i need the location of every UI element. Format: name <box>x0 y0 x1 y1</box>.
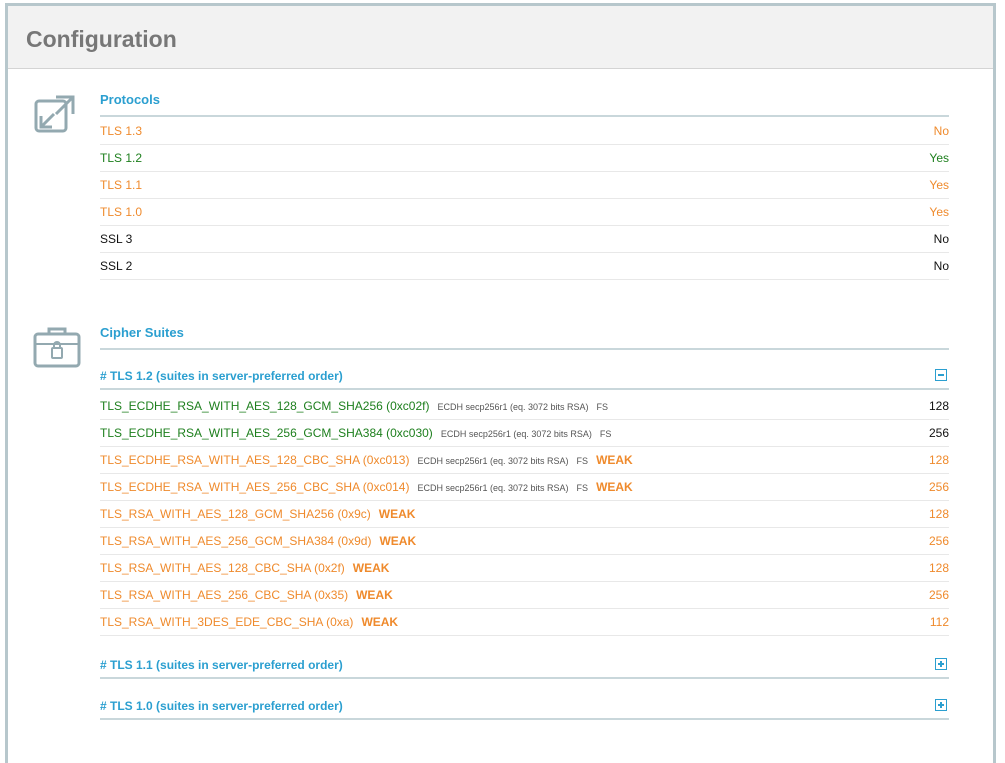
cipher-bits: 128 <box>928 507 949 521</box>
protocol-name: TLS 1.2 <box>100 151 143 165</box>
protocol-name: TLS 1.1 <box>100 178 143 192</box>
configuration-panel: Configuration Protocols TLS 1.3 No TLS 1.2… <box>5 3 996 763</box>
cipher-suite-name: TLS_RSA_WITH_3DES_EDE_CBC_SHA (0xa) <box>100 615 354 629</box>
cipher-suite-info: TLS_ECDHE_RSA_WITH_AES_128_CBC_SHA (0xc0… <box>100 446 633 475</box>
protocol-row: TLS 1.2 Yes <box>100 145 949 172</box>
forward-secrecy-label: FS <box>576 483 589 493</box>
cipher-suite-row: TLS_RSA_WITH_3DES_EDE_CBC_SHA (0xa) WEAK 1… <box>100 608 949 636</box>
protocol-row: TLS 1.3 No <box>100 118 949 145</box>
cipher-suite-row: TLS_ECDHE_RSA_WITH_AES_128_GCM_SHA256 (0… <box>100 392 949 420</box>
page-title: Configuration <box>26 26 177 52</box>
plus-icon[interactable] <box>935 699 947 711</box>
cipher-suite-info: TLS_ECDHE_RSA_WITH_AES_128_GCM_SHA256 (0… <box>100 392 608 421</box>
cipher-suite-row: TLS_RSA_WITH_AES_128_GCM_SHA256 (0x9c) WE… <box>100 500 949 528</box>
group-label: # TLS 1.2 (suites in server-preferred or… <box>100 369 343 383</box>
protocol-support: No <box>933 232 949 246</box>
cipher-suite-name: TLS_ECDHE_RSA_WITH_AES_256_GCM_SHA384 (0… <box>100 426 433 440</box>
weak-badge: WEAK <box>356 588 393 602</box>
panel-header: Configuration <box>8 6 993 69</box>
cipher-suite-info: TLS_RSA_WITH_AES_128_CBC_SHA (0x2f) WEAK <box>100 554 389 582</box>
cipher-suite-name: TLS_RSA_WITH_AES_256_GCM_SHA384 (0x9d) <box>100 534 372 548</box>
protocol-name: SSL 3 <box>100 232 133 246</box>
key-exchange-info: ECDH secp256r1 (eq. 3072 bits RSA) <box>437 402 589 412</box>
protocol-support: Yes <box>929 178 949 192</box>
cipher-suite-info: TLS_ECDHE_RSA_WITH_AES_256_GCM_SHA384 (0… <box>100 419 611 448</box>
weak-badge: WEAK <box>361 615 399 629</box>
cipher-suite-name: TLS_RSA_WITH_AES_128_GCM_SHA256 (0x9c) <box>100 507 371 521</box>
weak-badge: WEAK <box>596 453 633 467</box>
protocols-title: Protocols <box>100 92 949 117</box>
cipher-suite-info: TLS_RSA_WITH_3DES_EDE_CBC_SHA (0xa) WEAK <box>100 608 398 636</box>
protocol-support: No <box>933 124 949 138</box>
cipher-suite-row: TLS_ECDHE_RSA_WITH_AES_256_CBC_SHA (0xc0… <box>100 473 949 501</box>
protocol-row: TLS 1.0 Yes <box>100 199 949 226</box>
cipher-suite-row: TLS_RSA_WITH_AES_256_CBC_SHA (0x35) WEAK 2… <box>100 581 949 609</box>
protocol-support: Yes <box>929 205 949 219</box>
minus-icon[interactable] <box>935 369 947 381</box>
weak-badge: WEAK <box>352 561 390 575</box>
protocol-support: No <box>933 259 949 273</box>
cipher-suite-row: TLS_RSA_WITH_AES_128_CBC_SHA (0x2f) WEAK 1… <box>100 554 949 582</box>
cipher-suite-name: TLS_ECDHE_RSA_WITH_AES_128_GCM_SHA256 (0… <box>100 399 430 413</box>
cipher-suites-title: Cipher Suites <box>100 325 949 350</box>
protocol-name: TLS 1.3 <box>100 124 143 138</box>
cipher-suite-name: TLS_RSA_WITH_AES_256_CBC_SHA (0x35) <box>100 588 349 602</box>
protocol-name: TLS 1.0 <box>100 205 143 219</box>
cipher-suite-info: TLS_RSA_WITH_AES_256_GCM_SHA384 (0x9d) WE… <box>100 527 416 555</box>
protocol-row: SSL 3 No <box>100 226 949 253</box>
cipher-bits: 128 <box>928 561 949 575</box>
cipher-bits: 256 <box>928 426 949 440</box>
protocol-row: TLS 1.1 Yes <box>100 172 949 199</box>
group-tls12[interactable]: # TLS 1.2 (suites in server-preferred or… <box>100 362 949 390</box>
key-exchange-info: ECDH secp256r1 (eq. 3072 bits RSA) <box>417 483 569 493</box>
forward-secrecy-label: FS <box>596 402 609 412</box>
cipher-suite-name: TLS_ECDHE_RSA_WITH_AES_128_CBC_SHA (0xc0… <box>100 453 410 467</box>
protocol-row: SSL 2 No <box>100 253 949 280</box>
forward-secrecy-label: FS <box>599 429 612 439</box>
cipher-suite-row: TLS_ECDHE_RSA_WITH_AES_256_GCM_SHA384 (0… <box>100 419 949 447</box>
cipher-bits: 256 <box>928 480 949 494</box>
weak-badge: WEAK <box>596 480 633 494</box>
weak-badge: WEAK <box>379 534 417 548</box>
cipher-suite-name: TLS_RSA_WITH_AES_128_CBC_SHA (0x2f) <box>100 561 345 575</box>
forward-secrecy-label: FS <box>576 456 589 466</box>
cipher-suite-name: TLS_ECDHE_RSA_WITH_AES_256_CBC_SHA (0xc0… <box>100 480 410 494</box>
cipher-suite-info: TLS_RSA_WITH_AES_128_GCM_SHA256 (0x9c) WE… <box>100 500 415 528</box>
group-tls11[interactable]: # TLS 1.1 (suites in server-preferred or… <box>100 651 949 679</box>
protocol-support: Yes <box>929 151 949 165</box>
key-exchange-info: ECDH secp256r1 (eq. 3072 bits RSA) <box>417 456 569 466</box>
cipher-bits: 128 <box>928 453 949 467</box>
cipher-bits: 112 <box>929 615 949 629</box>
resize-arrows-icon <box>32 91 78 142</box>
group-label: # TLS 1.1 (suites in server-preferred or… <box>100 658 343 672</box>
briefcase-lock-icon <box>32 324 82 375</box>
group-label: # TLS 1.0 (suites in server-preferred or… <box>100 699 343 713</box>
group-tls10[interactable]: # TLS 1.0 (suites in server-preferred or… <box>100 692 949 720</box>
protocol-name: SSL 2 <box>100 259 133 273</box>
weak-badge: WEAK <box>378 507 416 521</box>
cipher-suite-row: TLS_ECDHE_RSA_WITH_AES_128_CBC_SHA (0xc0… <box>100 446 949 474</box>
cipher-suite-info: TLS_RSA_WITH_AES_256_CBC_SHA (0x35) WEAK <box>100 581 393 609</box>
cipher-bits: 256 <box>928 588 949 602</box>
cipher-suite-row: TLS_RSA_WITH_AES_256_GCM_SHA384 (0x9d) WE… <box>100 527 949 555</box>
cipher-suite-info: TLS_ECDHE_RSA_WITH_AES_256_CBC_SHA (0xc0… <box>100 473 633 502</box>
cipher-bits: 128 <box>928 399 949 413</box>
cipher-bits: 256 <box>928 534 949 548</box>
key-exchange-info: ECDH secp256r1 (eq. 3072 bits RSA) <box>440 429 592 439</box>
plus-icon[interactable] <box>935 658 947 670</box>
